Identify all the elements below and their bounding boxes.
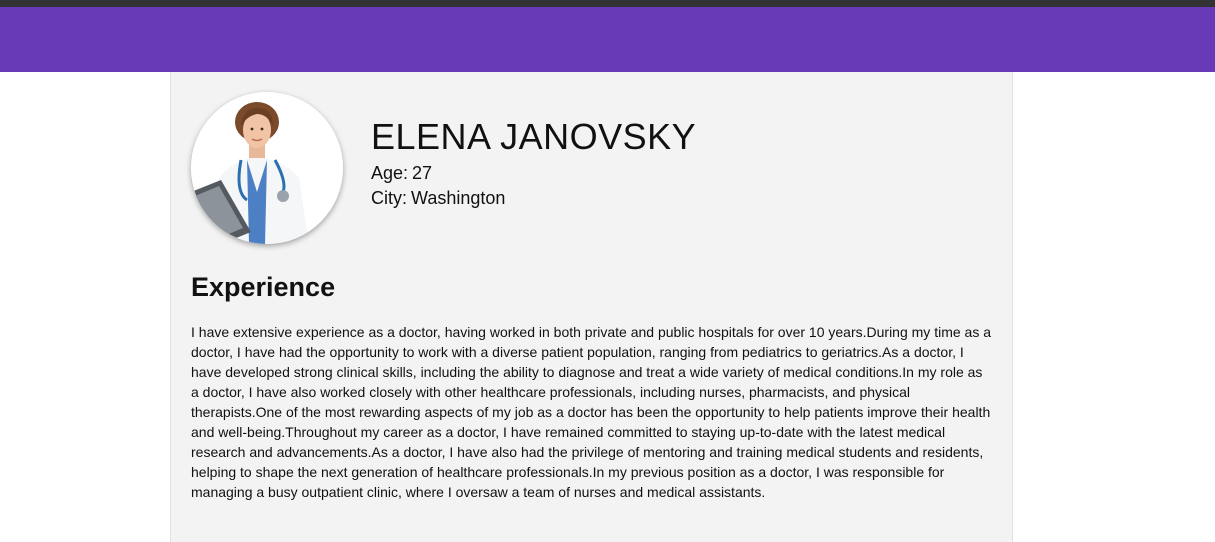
city-value: Washington	[411, 188, 506, 208]
experience-heading: Experience	[191, 272, 336, 302]
browser-top-strip	[0, 0, 1215, 7]
profile-name: ELENA JANOVSKY	[371, 116, 697, 157]
profile-card: ELENA JANOVSKY Age: 27 City: Washington Ex…	[170, 72, 1013, 542]
doctor-portrait-icon	[191, 92, 343, 244]
age-value: 27	[412, 163, 433, 183]
city-label: City:	[371, 188, 407, 208]
age-line: Age: 27	[371, 163, 432, 184]
avatar	[191, 92, 343, 244]
header-bar	[0, 7, 1215, 72]
city-line: City: Washington	[371, 188, 505, 209]
age-label: Age:	[371, 163, 409, 183]
experience-text: I have extensive experience as a doctor,…	[191, 324, 991, 500]
